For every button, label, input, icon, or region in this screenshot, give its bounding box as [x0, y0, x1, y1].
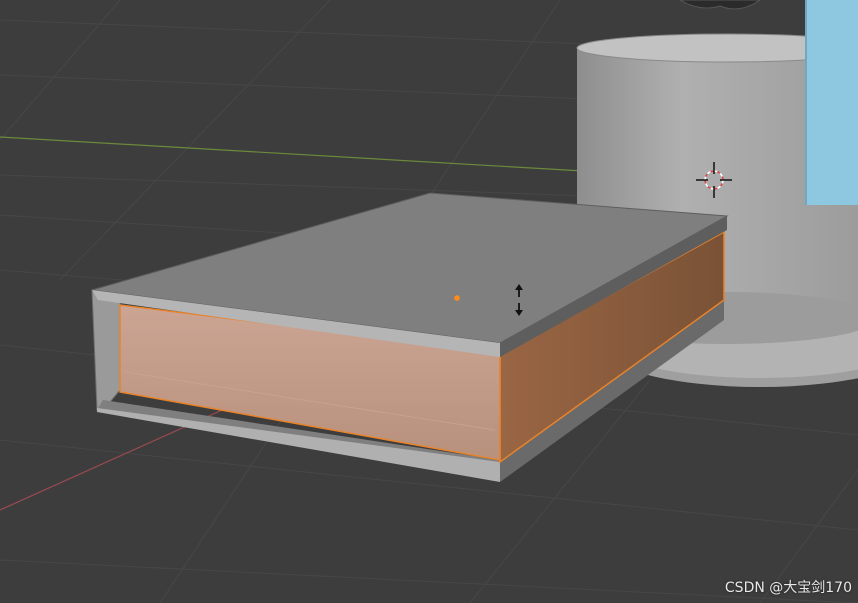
viewport-canvas[interactable]	[0, 0, 858, 603]
3d-viewport[interactable]	[0, 0, 858, 603]
object-origin	[454, 295, 460, 301]
light-blue-panel[interactable]	[806, 0, 858, 205]
watermark: CSDN @大宝剑170	[724, 580, 852, 596]
